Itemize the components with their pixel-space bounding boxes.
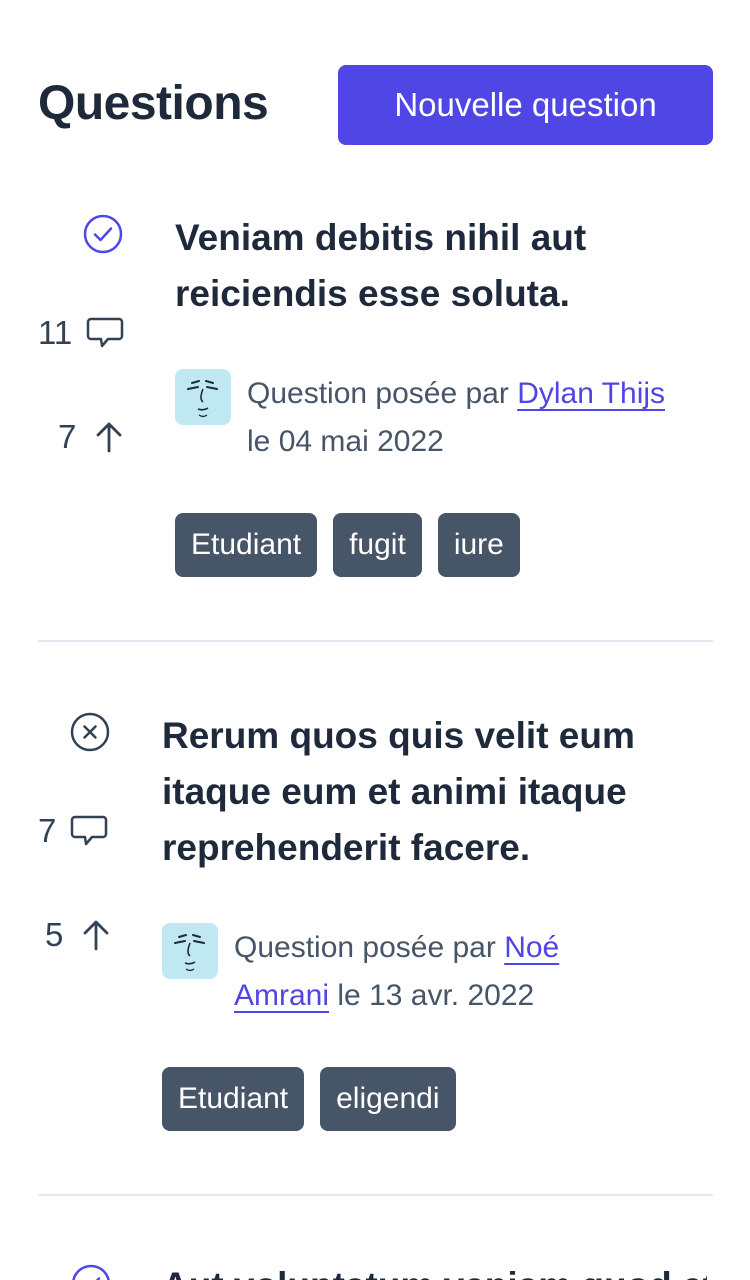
divider	[38, 1194, 713, 1196]
check-circle-icon	[83, 214, 123, 254]
question-title[interactable]: Aut voluptatum veniam quod et	[162, 1258, 707, 1280]
comment-icon	[87, 317, 124, 348]
question-title[interactable]: Veniam debitis nihil aut reiciendis esse…	[175, 210, 675, 322]
question-date: 13 avr. 2022	[369, 979, 535, 1012]
divider	[38, 640, 713, 642]
x-circle-icon	[70, 712, 110, 752]
questions-page: Questions Nouvelle question 11 7 Veniam …	[0, 0, 750, 1280]
tag[interactable]: Etudiant	[162, 1067, 305, 1131]
tag-list: Etudiant fugit iure	[175, 513, 520, 577]
tag[interactable]: fugit	[333, 513, 422, 577]
check-circle-icon	[72, 1264, 110, 1280]
tag[interactable]: eligendi	[320, 1067, 456, 1131]
question-meta: Question posée par Noé Amrani le 13 avr.…	[234, 924, 654, 1020]
question-date: 04 mai 2022	[278, 425, 444, 458]
votes-count-value: 5	[45, 916, 64, 953]
page-title: Questions	[38, 77, 269, 130]
comment-icon	[71, 815, 108, 846]
date-prefix: le	[247, 425, 271, 458]
avatar	[162, 923, 218, 979]
answers-count: 11	[38, 314, 124, 352]
author-link[interactable]: Dylan Thijs	[517, 377, 665, 410]
answers-count-value: 7	[38, 812, 57, 849]
tag[interactable]: Etudiant	[175, 513, 318, 577]
arrow-up-icon	[83, 920, 109, 951]
votes-count: 7	[58, 418, 124, 456]
question-title[interactable]: Rerum quos quis velit eum itaque eum et …	[162, 708, 707, 876]
asked-by-label: Question posée par	[234, 931, 496, 964]
tag[interactable]: iure	[437, 513, 520, 577]
asked-by-label: Question posée par	[247, 377, 509, 410]
tag-list: Etudiant eligendi	[162, 1067, 456, 1131]
question-meta: Question posée par Dylan Thijs le 04 mai…	[247, 370, 667, 466]
votes-count-value: 7	[58, 418, 77, 455]
votes-count: 5	[45, 916, 111, 954]
avatar-face-icon	[174, 934, 205, 972]
avatar	[175, 369, 231, 425]
answers-count-value: 11	[38, 314, 73, 351]
date-prefix: le	[337, 979, 361, 1012]
avatar-face-icon	[187, 380, 218, 418]
new-question-button[interactable]: Nouvelle question	[338, 65, 713, 145]
page-header: Questions Nouvelle question	[38, 64, 713, 146]
answers-count: 7	[38, 812, 108, 850]
arrow-up-icon	[96, 422, 122, 453]
